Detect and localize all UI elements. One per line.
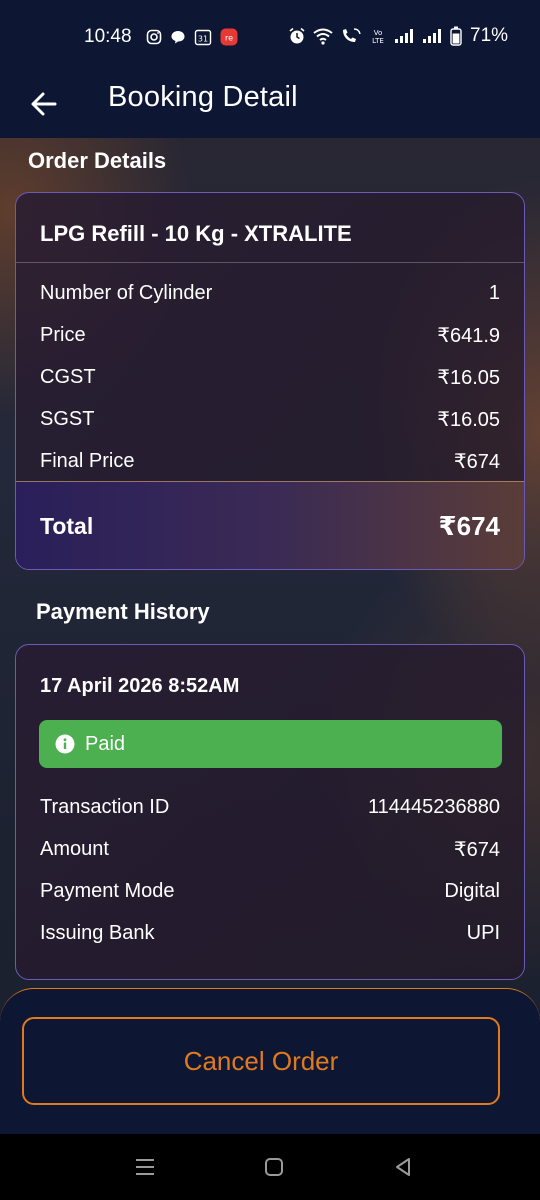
back-nav-button[interactable] <box>388 1154 418 1180</box>
payment-row: Transaction ID 114445236880 <box>40 793 500 821</box>
notification-icons: 31 re <box>146 26 238 48</box>
back-triangle-icon <box>396 1158 410 1176</box>
volte-icon: VoLTE <box>372 29 384 45</box>
svg-text:31: 31 <box>198 35 208 44</box>
status-time: 10:48 <box>84 26 132 47</box>
svg-text:LTE: LTE <box>372 37 384 45</box>
row-label: Amount <box>40 837 109 860</box>
total-row: Total ₹674 <box>16 481 524 569</box>
row-value: ₹674 <box>453 450 500 473</box>
row-label: CGST <box>40 365 96 388</box>
payment-history-title: Payment History <box>36 599 210 624</box>
row-label: Number of Cylinder <box>40 281 213 304</box>
payment-date: 17 April 2026 8:52AM <box>40 675 240 697</box>
product-name: LPG Refill - 10 Kg - XTRALITE <box>16 193 524 263</box>
app-bar: Booking Detail <box>0 72 540 138</box>
row-label: Price <box>40 323 86 346</box>
order-row: Number of Cylinder 1 <box>40 279 500 307</box>
page-title: Booking Detail <box>108 81 298 113</box>
order-details-title: Order Details <box>28 148 167 173</box>
back-button[interactable] <box>22 82 66 126</box>
row-label: Transaction ID <box>40 795 170 818</box>
alarm-icon <box>289 27 305 44</box>
signal-icon-2 <box>423 29 441 43</box>
payment-card: 17 April 2026 8:52AM Paid Transaction ID… <box>15 644 525 980</box>
status-label: Paid <box>85 732 126 755</box>
row-value: Digital <box>444 879 500 902</box>
svg-text:Vo: Vo <box>374 29 383 37</box>
wifi-calling-icon <box>343 28 361 42</box>
row-label: Issuing Bank <box>40 921 155 944</box>
battery-icon <box>450 26 462 46</box>
row-value: 114445236880 <box>368 795 500 818</box>
signal-icon <box>395 29 413 43</box>
payment-row: Payment Mode Digital <box>40 877 500 905</box>
wifi-icon <box>313 28 333 45</box>
info-icon <box>55 734 75 754</box>
payment-row: Amount ₹674 <box>40 835 500 863</box>
status-badge: Paid <box>39 720 502 768</box>
home-button[interactable] <box>259 1154 289 1180</box>
row-value: ₹16.05 <box>437 366 500 389</box>
row-label: Payment Mode <box>40 879 175 902</box>
row-value: ₹674 <box>453 838 500 861</box>
row-value: UPI <box>466 921 500 944</box>
app-notification-icon: re <box>220 28 238 46</box>
bottom-action-bar: Cancel Order <box>0 988 540 1134</box>
order-row: Price ₹641.9 <box>40 321 500 349</box>
status-bar: 10:48 31 re Vo LTE 71% <box>0 0 540 72</box>
row-value: 1 <box>488 281 500 304</box>
battery-percent: 71% <box>470 25 509 46</box>
row-value: ₹641.9 <box>437 324 500 347</box>
order-row: SGST ₹16.05 <box>40 405 500 433</box>
calendar-icon: 31 <box>194 29 212 46</box>
order-row: Final Price ₹674 <box>40 447 500 475</box>
system-nav-bar <box>0 1134 540 1200</box>
order-row: CGST ₹16.05 <box>40 363 500 391</box>
arrow-left-icon <box>31 92 57 116</box>
instagram-icon <box>146 29 162 45</box>
order-card: LPG Refill - 10 Kg - XTRALITE Number of … <box>15 192 525 570</box>
svg-text:re: re <box>225 34 233 43</box>
home-icon <box>265 1158 283 1176</box>
total-value: ₹674 <box>438 511 500 541</box>
total-label: Total <box>40 513 94 539</box>
cancel-order-button[interactable]: Cancel Order <box>22 1017 500 1105</box>
recents-icon <box>136 1159 154 1175</box>
row-value: ₹16.05 <box>437 408 500 431</box>
chat-icon <box>171 31 185 44</box>
system-icons: Vo LTE 71% <box>288 24 508 48</box>
row-label: Final Price <box>40 449 135 472</box>
recents-button[interactable] <box>130 1154 160 1180</box>
row-label: SGST <box>40 407 95 430</box>
payment-row: Issuing Bank UPI <box>40 919 500 947</box>
